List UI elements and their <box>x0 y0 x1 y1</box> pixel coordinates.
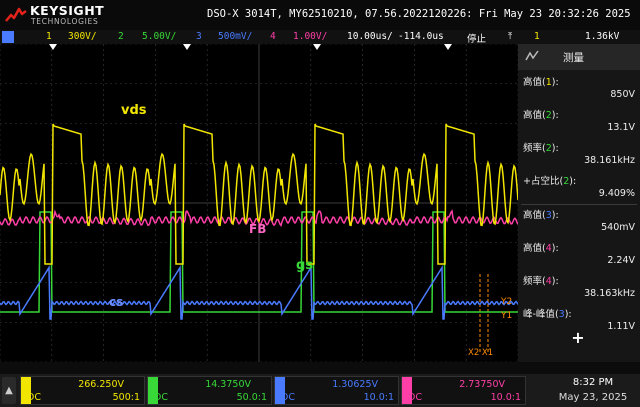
ch1-scale[interactable]: 300V/ <box>68 31 97 42</box>
brand-name: KEYSIGHT <box>30 3 105 18</box>
status-gap <box>0 362 640 374</box>
measure-icon <box>525 50 539 61</box>
add-measurement-button[interactable]: + <box>568 328 588 348</box>
trigger-marker-icon <box>49 44 57 50</box>
measurement-label: +占空比(2): <box>523 176 577 187</box>
expand-up-icon[interactable]: ▲ <box>2 377 16 404</box>
trigger-marker-icon <box>313 44 321 50</box>
measure-title: 测量 <box>563 52 584 64</box>
measurement-value: 9.409% <box>598 188 635 199</box>
measurement-label: 峰-峰值(3): <box>523 309 572 320</box>
measurement-channel: 3 <box>545 210 552 221</box>
trigger-marker-icon <box>183 44 191 50</box>
measurement-channel: 2 <box>563 176 570 187</box>
instrument-title: DSO-X 3014T, MY62510210, 07.56.202212022… <box>207 8 631 20</box>
measurement-channel: 3 <box>558 309 565 320</box>
measurement-label: 高值(4): <box>523 243 559 254</box>
ch1-info[interactable]: 266.250V DC 500:1 <box>20 376 145 405</box>
measurement-value: 850V <box>610 89 635 100</box>
measurement-channel: 2 <box>545 143 552 154</box>
channel-bar: 1 300V/ 2 5.00V/ 3 500mV/ 4 1.00V/ 10.00… <box>0 30 640 45</box>
measurement-label: 频率(2): <box>523 143 559 154</box>
trigger-marker-icon <box>444 44 452 50</box>
ch2-offset: 14.3750V <box>205 379 251 390</box>
ch4-num[interactable]: 4 <box>270 31 276 42</box>
label-fb: FB <box>249 222 266 236</box>
ch4-offset: 2.73750V <box>459 379 505 390</box>
brand-sub: TECHNOLOGIES <box>31 17 99 26</box>
ch4-info[interactable]: 2.73750V DC 10.0:1 <box>401 376 526 405</box>
ch3-ratio: 10.0:1 <box>363 392 394 403</box>
measurement-channel: 4 <box>545 243 552 254</box>
ch2-scale[interactable]: 5.00V/ <box>142 31 176 42</box>
measurement-label: 高值(1): <box>523 77 559 88</box>
ch1-num[interactable]: 1 <box>46 31 52 42</box>
graticule <box>0 43 519 363</box>
measurement-value: 540mV <box>601 222 635 233</box>
measure-header[interactable]: 测量 <box>518 44 640 70</box>
marker-x2x1[interactable]: X2 X1 <box>468 348 493 358</box>
menu-icon[interactable] <box>2 31 14 43</box>
trigger-edge-icon[interactable]: ⤒ <box>508 31 512 42</box>
measurement-value: 38.163kHz <box>584 288 635 299</box>
ch4-ratio: 10.0:1 <box>490 392 521 403</box>
trigger-ch[interactable]: 1 <box>534 31 540 42</box>
ch3-offset: 1.30625V <box>332 379 378 390</box>
ch4-scale[interactable]: 1.00V/ <box>293 31 327 42</box>
waveform-svg: vds FB gs cs Y2 Y1 X2 X1 <box>0 43 519 363</box>
measurement-value: 2.24V <box>607 255 635 266</box>
measurement-label: 高值(2): <box>523 110 559 121</box>
ch1-offset: 266.250V <box>78 379 124 390</box>
run-state[interactable]: 停止 <box>467 31 486 45</box>
marker-y2[interactable]: Y2 <box>500 297 512 307</box>
measurement-label: 高值(3): <box>523 210 559 221</box>
measurement-label: 频率(4): <box>523 276 559 287</box>
ch1-coupling: DC <box>27 392 41 403</box>
ch4-coupling: DC <box>408 392 422 403</box>
measurement-channel: 2 <box>545 110 552 121</box>
ch3-scale[interactable]: 500mV/ <box>218 31 252 42</box>
ch3-info[interactable]: 1.30625V DC 10.0:1 <box>274 376 399 405</box>
ch2-ratio: 50.0:1 <box>236 392 267 403</box>
delay[interactable]: -114.0us <box>398 31 444 42</box>
keysight-logo-icon <box>5 7 27 22</box>
label-cs: cs <box>109 295 123 309</box>
clock-time: 8:32 PM <box>572 377 614 388</box>
top-bar: KEYSIGHT TECHNOLOGIES DSO-X 3014T, MY625… <box>0 0 640 30</box>
measurement-divider <box>521 204 637 205</box>
measurement-channel: 1 <box>545 77 552 88</box>
ch3-coupling: DC <box>281 392 295 403</box>
ch1-ratio: 500:1 <box>112 392 140 403</box>
ch2-coupling: DC <box>154 392 168 403</box>
measurement-value: 1.11V <box>607 321 635 332</box>
measurement-value: 13.1V <box>607 122 635 133</box>
bottom-bar: ▲ 266.250V DC 500:1 14.3750V DC 50.0:1 1… <box>0 374 640 407</box>
waveform-display[interactable]: vds FB gs cs Y2 Y1 X2 X1 <box>0 43 519 363</box>
label-vds: vds <box>121 103 147 118</box>
ch3-num[interactable]: 3 <box>196 31 202 42</box>
measure-panel: 测量 高值(1): 850V 高值(2): 13.1V 频率(2): 38.161kHz +… <box>518 44 640 362</box>
ch2-num[interactable]: 2 <box>118 31 124 42</box>
clock-date: May 23, 2025 <box>558 392 628 403</box>
measurement-value: 38.161kHz <box>584 155 635 166</box>
marker-y1[interactable]: Y1 <box>500 311 512 321</box>
measurement-channel: 4 <box>545 276 552 287</box>
ch2-info[interactable]: 14.3750V DC 50.0:1 <box>147 376 272 405</box>
timebase[interactable]: 10.00us/ <box>347 31 393 42</box>
trigger-level[interactable]: 1.36kV <box>585 31 619 42</box>
label-gs: gs <box>296 258 313 273</box>
